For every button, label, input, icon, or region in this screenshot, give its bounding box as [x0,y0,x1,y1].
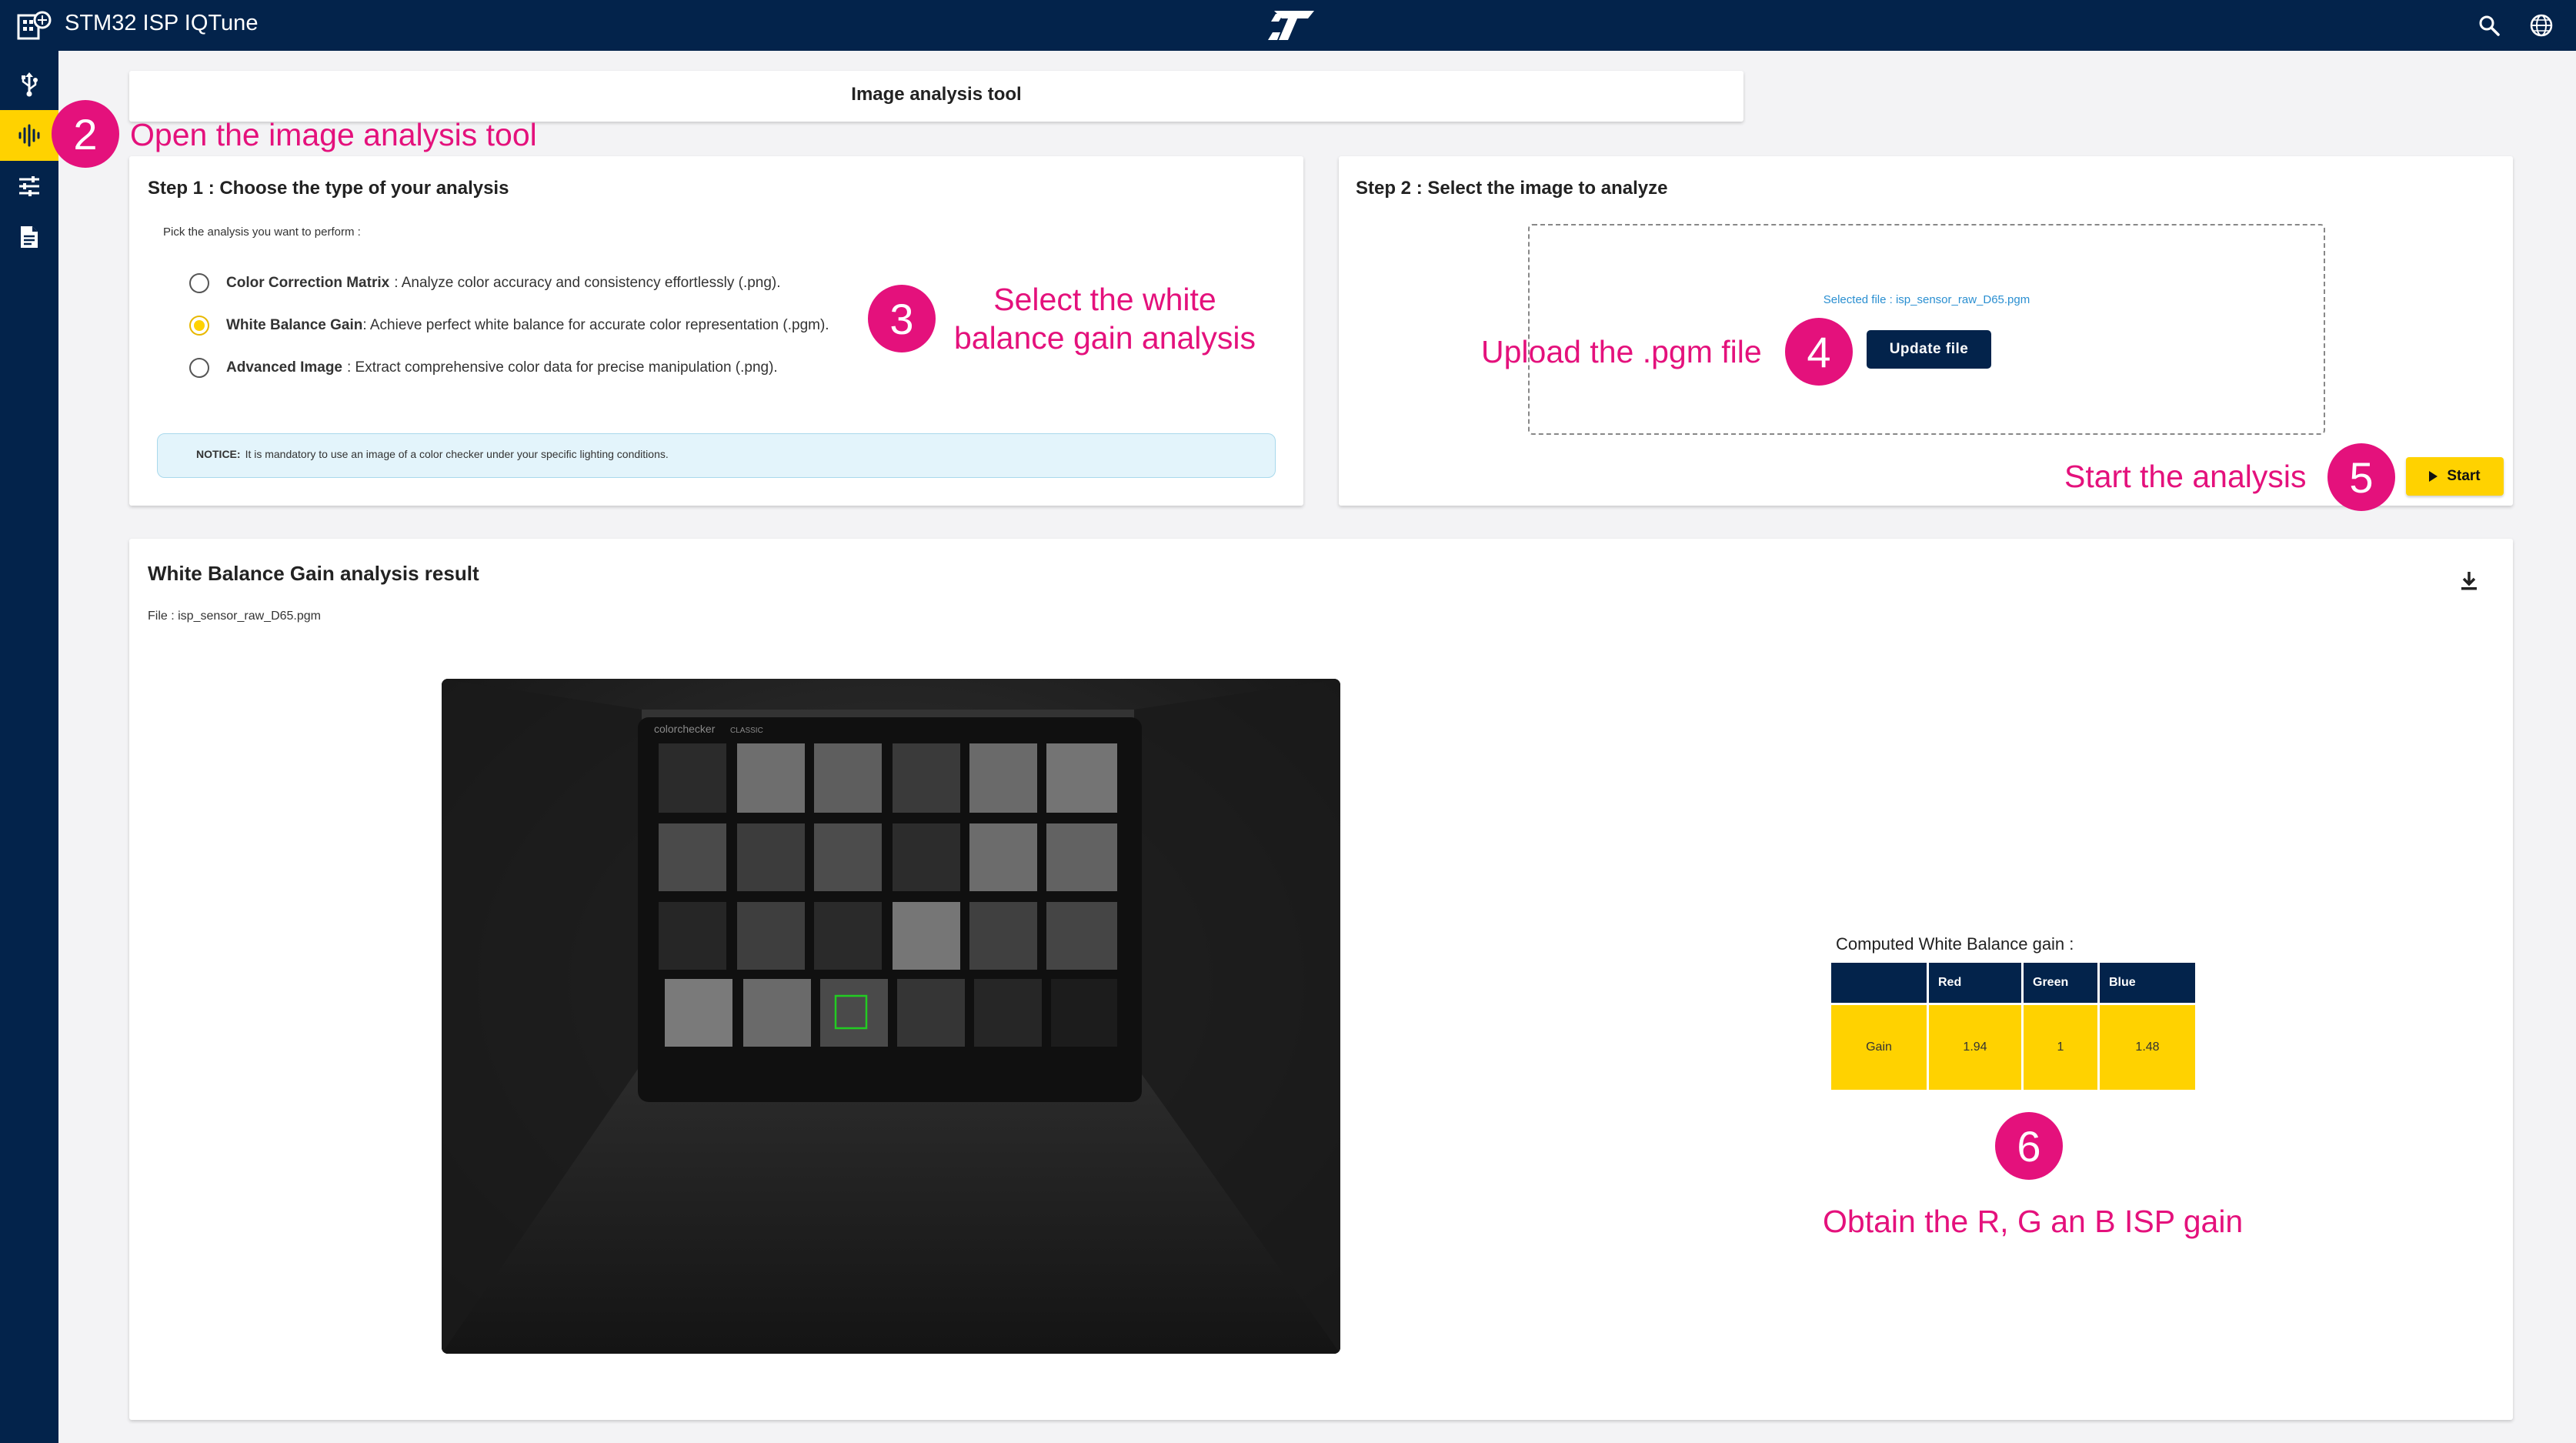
table-cell: 1.48 [2100,1005,2195,1090]
notice-box: NOTICE: It is mandatory to use an image o… [157,433,1276,478]
option-desc: : Extract comprehensive color data for p… [347,359,778,376]
annotation-text-6: Obtain the R, G an B ISP gain [1823,1204,2244,1239]
annotation-badge-5: 5 [2327,443,2395,511]
annotation-text-4: Upload the .pgm file [1481,334,1762,369]
st-logo-icon [1268,11,1314,40]
annotation-text-5: Start the analysis [2064,459,2307,494]
table-header [1831,963,1927,1003]
option-desc: : Analyze color accuracy and consistency… [394,275,781,291]
page-title: Image analysis tool [851,84,1022,105]
step2-title: Step 2 : Select the image to analyze [1356,178,1668,199]
sidebar-item-image-analysis[interactable] [0,110,58,161]
selected-file-text: Selected file : isp_sensor_raw_D65.pgm [1823,293,2030,306]
sliders-icon [19,176,39,196]
option-name: Advanced Image [226,359,342,376]
table-row: Gain 1.94 1 1.48 [1831,1005,2195,1090]
sidebar-item-connection[interactable] [0,58,58,109]
annotation-text-3: Select the white balance gain analysis [943,280,1266,357]
table-header: Green [2024,963,2097,1003]
download-icon[interactable] [2458,570,2481,593]
result-file-name: File : isp_sensor_raw_D65.pgm [148,610,321,623]
usb-icon [22,72,38,97]
option-name: Color Correction Matrix [226,275,390,291]
update-file-button[interactable]: Update file [1867,330,1991,369]
page-header-card: Image analysis tool [129,71,1743,122]
annotation-badge-3: 3 [868,285,936,352]
notice-text: It is mandatory to use an image of a col… [245,448,669,460]
waveform-icon [18,124,40,147]
notice-label: NOTICE: [196,448,241,460]
annotation-badge-6: 6 [1995,1112,2063,1180]
analyzed-image: colorchecker CLASSIC [442,679,1340,1354]
annotation-text-3-line1: Select the white [993,282,1216,317]
annotation-text-2: Open the image analysis tool [130,117,537,152]
radio-unchecked-icon[interactable] [189,273,209,293]
option-white-balance-gain[interactable]: White Balance Gain : Achieve perfect whi… [189,314,829,337]
table-header: Blue [2100,963,2195,1003]
start-button-label: Start [2447,468,2481,484]
annotation-badge-4: 4 [1785,318,1853,386]
sidebar-item-documentation[interactable] [0,212,58,262]
annotation-badge-2: 2 [52,100,119,168]
table-cell: 1 [2024,1005,2097,1090]
step1-title: Step 1 : Choose the type of your analysi… [148,178,509,199]
table-header: Red [1929,963,2021,1003]
top-bar: STM32 ISP IQTune [0,0,2576,51]
table-cell: 1.94 [1929,1005,2021,1090]
start-button[interactable]: Start [2406,457,2504,496]
option-advanced-image[interactable]: Advanced Image : Extract comprehensive c… [189,356,778,379]
radio-unchecked-icon[interactable] [189,358,209,378]
step1-prompt: Pick the analysis you want to perform : [163,225,361,239]
result-title: White Balance Gain analysis result [148,562,479,585]
option-name: White Balance Gain [226,317,363,333]
app-title: STM32 ISP IQTune [65,11,259,35]
document-icon [21,226,38,248]
option-desc: : Achieve perfect white balance for accu… [362,317,829,333]
colorchecker-brand-text: colorchecker [654,723,716,735]
radio-checked-icon[interactable] [189,316,209,336]
sidebar-item-tuning[interactable] [0,161,58,212]
wb-gain-table: Red Green Blue Gain 1.94 1 1.48 [1829,960,2197,1092]
annotation-text-3-line2: balance gain analysis [953,320,1256,356]
table-cell: Gain [1831,1005,1927,1090]
play-icon [2429,471,2438,482]
language-globe-icon[interactable] [2528,12,2554,38]
colorchecker-sub-text: CLASSIC [730,727,763,735]
app-logo-icon [17,11,52,40]
search-icon[interactable] [2476,12,2502,38]
file-dropzone[interactable]: Selected file : isp_sensor_raw_D65.pgm U… [1528,224,2325,435]
sidebar [0,51,58,1443]
option-color-correction-matrix[interactable]: Color Correction Matrix : Analyze color … [189,272,781,295]
wb-gain-caption: Computed White Balance gain : [1836,934,2074,954]
